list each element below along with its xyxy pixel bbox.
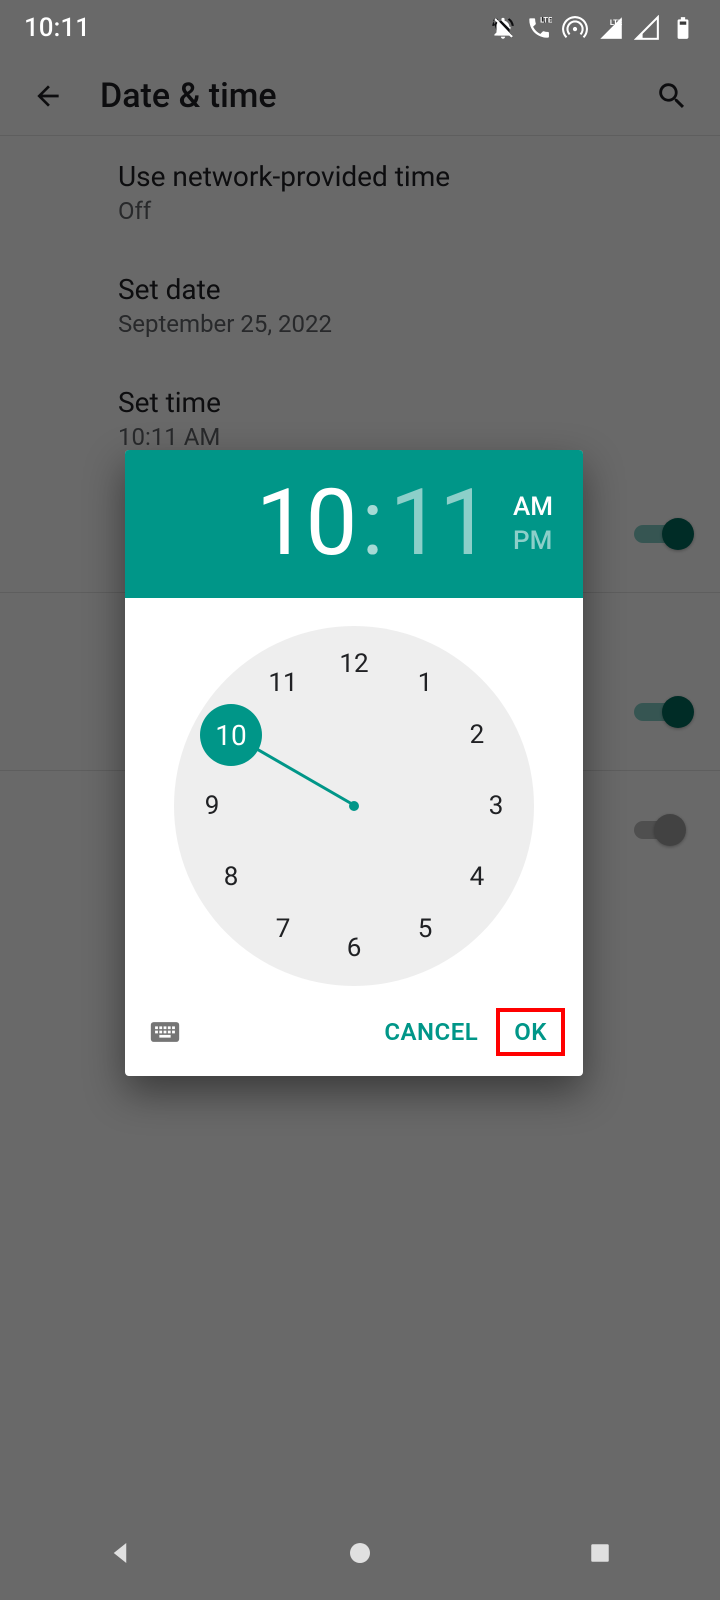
triangle-back-icon	[105, 1538, 135, 1568]
time-picker-dialog: 10 : 11 AM PM 12123456789101110 CANCEL O…	[125, 450, 583, 1076]
status-time: 10:11	[24, 13, 90, 43]
svg-text:LTE: LTE	[540, 16, 552, 25]
square-recent-icon	[585, 1538, 615, 1568]
keyboard-input-button[interactable]	[143, 1010, 187, 1054]
ampm-toggle: AM PM	[513, 492, 553, 556]
svg-text:LTE: LTE	[610, 18, 623, 27]
clock-number[interactable]: 9	[189, 783, 235, 829]
clock-number[interactable]: 11	[260, 660, 306, 706]
navigation-bar	[0, 1510, 720, 1600]
clock-number[interactable]: 7	[260, 906, 306, 952]
clock-number[interactable]: 2	[454, 712, 500, 758]
pm-option[interactable]: PM	[513, 526, 553, 556]
battery-icon	[670, 15, 696, 41]
signal-lte-icon: LTE	[598, 15, 624, 41]
minute-display[interactable]: 11	[390, 478, 489, 570]
hour-display[interactable]: 10	[256, 478, 355, 570]
status-bar-overlay: 10:11 LTE LTE	[0, 0, 720, 56]
circle-home-icon	[345, 1538, 375, 1568]
clock-number[interactable]: 4	[454, 854, 500, 900]
ok-button[interactable]: OK	[514, 1018, 547, 1046]
digital-time: 10 : 11	[256, 478, 489, 570]
clock-number[interactable]: 1	[402, 660, 448, 706]
analog-clock[interactable]: 12123456789101110	[174, 626, 534, 986]
clock-selection[interactable]: 10	[200, 704, 262, 766]
clock-number[interactable]: 3	[473, 783, 519, 829]
am-option[interactable]: AM	[513, 492, 553, 522]
dialog-actions: CANCEL OK	[125, 996, 583, 1076]
clock-number[interactable]: 8	[208, 854, 254, 900]
clock-number[interactable]: 6	[331, 925, 377, 971]
nav-home-button[interactable]	[345, 1538, 375, 1572]
nav-recent-button[interactable]	[585, 1538, 615, 1572]
dnd-off-icon	[490, 15, 516, 41]
ok-highlight-box: OK	[496, 1008, 565, 1056]
clock-number[interactable]: 12	[331, 641, 377, 687]
status-icons: LTE LTE	[490, 15, 696, 41]
wifi-calling-icon: LTE	[526, 15, 552, 41]
hotspot-icon	[562, 15, 588, 41]
clock-area: 12123456789101110	[125, 598, 583, 996]
signal-icon	[634, 15, 660, 41]
dialog-header: 10 : 11 AM PM	[125, 450, 583, 598]
nav-back-button[interactable]	[105, 1538, 135, 1572]
cancel-button[interactable]: CANCEL	[366, 1006, 496, 1058]
keyboard-icon	[148, 1015, 182, 1049]
clock-number[interactable]: 5	[402, 906, 448, 952]
time-colon: :	[361, 478, 383, 570]
